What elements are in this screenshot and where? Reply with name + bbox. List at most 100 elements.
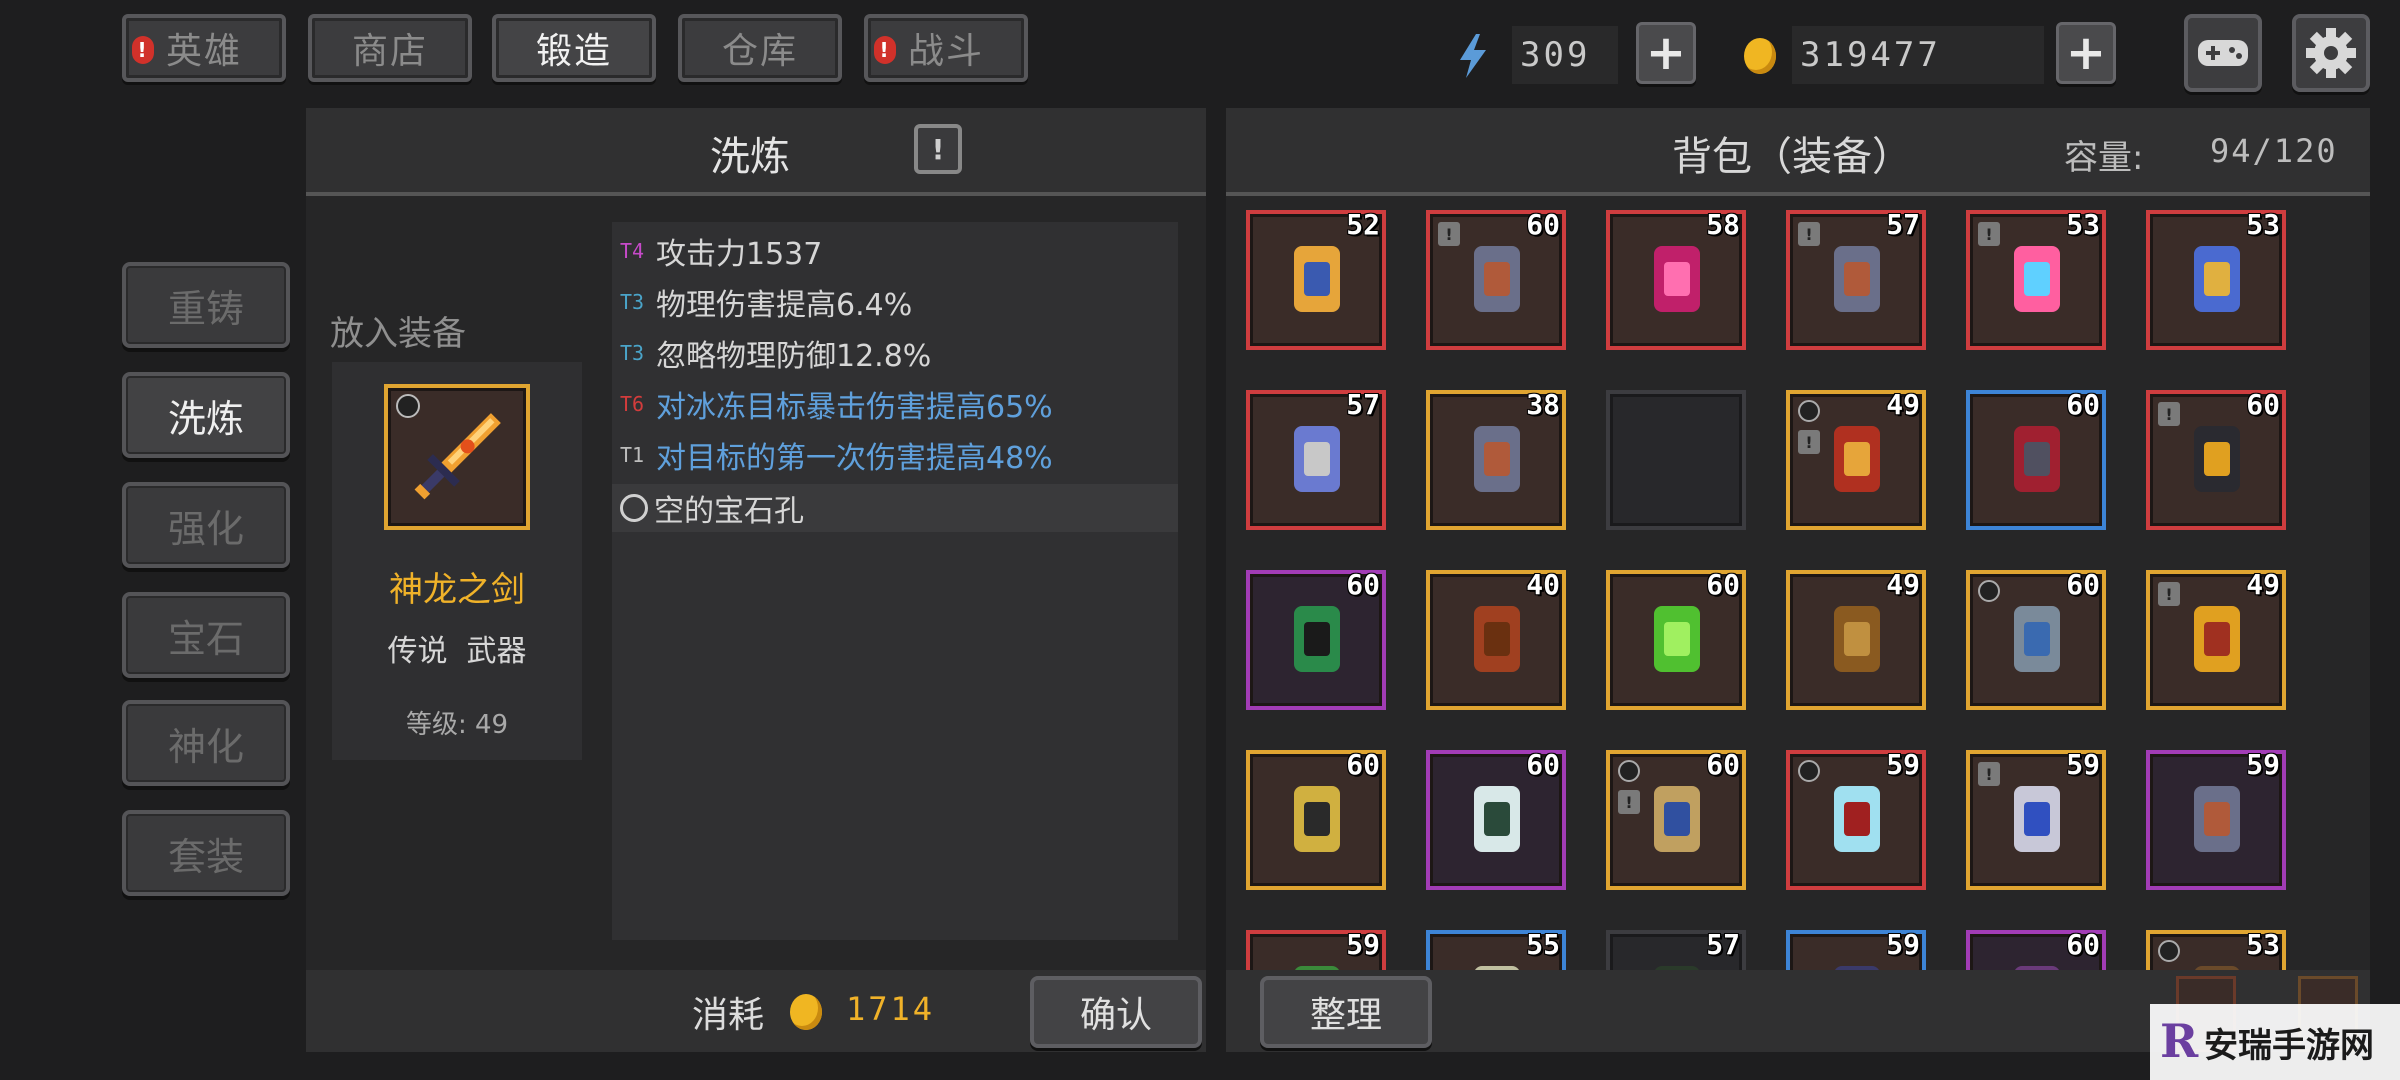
inventory-slot[interactable]: 60: [1966, 568, 2106, 710]
hat-icon: [1474, 606, 1520, 672]
inventory-slot[interactable]: 57: [1606, 928, 1746, 970]
inventory-slot[interactable]: 49: [1786, 568, 1926, 710]
helmet-icon: [2014, 606, 2060, 672]
inventory-slot[interactable]: 58: [1606, 208, 1746, 350]
item-level-badge: 59: [1886, 928, 1920, 961]
item-level-badge: 60: [1526, 208, 1560, 241]
inventory-slot[interactable]: 60: [1606, 568, 1746, 710]
inventory-slot[interactable]: 60: [1246, 748, 1386, 890]
settings-button[interactable]: [2292, 14, 2370, 92]
inventory-slot[interactable]: ! 60: [2146, 388, 2286, 530]
tab-label: 商店: [351, 31, 428, 72]
socket-ring-icon: [1978, 580, 2000, 602]
stat-tier: T1: [620, 443, 645, 467]
info-button[interactable]: !: [914, 124, 962, 174]
refine-title: 洗炼: [710, 134, 790, 180]
inventory-slot[interactable]: 59: [2146, 748, 2286, 890]
capacity-label: 容量:: [2064, 138, 2144, 178]
lock-icon: !: [2158, 402, 2180, 426]
inventory-slot[interactable]: 53: [2146, 928, 2286, 970]
inventory-slot[interactable]: ! 49: [2146, 568, 2286, 710]
stat-row: T6 对冰冻目标暴击伤害提高65%: [614, 379, 1176, 429]
tab-4[interactable]: ! 战斗: [864, 14, 1028, 82]
item-level-badge: 57: [1346, 388, 1380, 421]
inventory-slot[interactable]: 60: [1426, 748, 1566, 890]
energy-icon: [1456, 34, 1490, 78]
menu-button-4[interactable]: 神化: [122, 700, 290, 786]
item-level: 等级: 49: [405, 710, 509, 740]
menu-button-0[interactable]: 重铸: [122, 262, 290, 348]
menu-button-2[interactable]: 强化: [122, 482, 290, 568]
tab-label: 锻造: [535, 31, 612, 72]
exclamation-icon: !: [931, 132, 945, 166]
stat-tier: T3: [620, 290, 645, 314]
item-level-badge: 60: [1706, 568, 1740, 601]
inventory-slot[interactable]: 52: [1246, 208, 1386, 350]
inventory-slot[interactable]: 60: [1966, 928, 2106, 970]
inventory-slot[interactable]: ! 53: [1966, 208, 2106, 350]
lamp-icon: [2194, 606, 2240, 672]
boots-icon: [1474, 246, 1520, 312]
halberd-icon: [2014, 786, 2060, 852]
inventory-slot[interactable]: ! 49: [1786, 388, 1926, 530]
lock-icon: !: [1798, 430, 1820, 454]
inventory-slot[interactable]: 59: [1786, 928, 1926, 970]
stat-row: T1 对目标的第一次伤害提高48%: [614, 430, 1176, 480]
energy-value: 309: [1512, 26, 1618, 84]
inventory-slot[interactable]: 60: [1966, 388, 2106, 530]
inventory-slot[interactable]: 55: [1426, 928, 1566, 970]
alert-icon: !: [874, 36, 896, 64]
crossbow-icon: [2014, 426, 2060, 492]
crimson-armor-icon: [1654, 246, 1700, 312]
inventory-slot[interactable]: ! 60: [1426, 208, 1566, 350]
gem-socket-row[interactable]: 空的宝石孔: [612, 484, 1178, 532]
item-level-badge: 60: [2066, 388, 2100, 421]
socket-ring-icon: [1798, 400, 1820, 422]
confirm-button[interactable]: 确认: [1030, 976, 1202, 1048]
item-type: 传说 武器: [387, 634, 527, 669]
inventory-slot[interactable]: 60: [1246, 568, 1386, 710]
item-level-badge: 59: [1886, 748, 1920, 781]
tab-3[interactable]: 仓库: [678, 14, 842, 82]
add-gold-button[interactable]: +: [2056, 22, 2116, 84]
socket-ring-icon: [2158, 940, 2180, 962]
add-energy-button[interactable]: +: [1636, 22, 1696, 84]
tab-2[interactable]: 锻造: [492, 14, 656, 82]
inventory-slot[interactable]: 38: [1426, 388, 1566, 530]
item-level-badge: 40: [1526, 568, 1560, 601]
stat-tier: T6: [620, 392, 645, 416]
item-name: 神龙之剑: [389, 570, 525, 610]
gamepad-button[interactable]: [2184, 14, 2262, 92]
tab-1[interactable]: 商店: [308, 14, 472, 82]
inventory-slot[interactable]: 40: [1426, 568, 1566, 710]
sort-button[interactable]: 整理: [1260, 976, 1432, 1048]
item-level-badge: 57: [1706, 928, 1740, 961]
menu-button-5[interactable]: 套装: [122, 810, 290, 896]
inventory-slot[interactable]: 59: [1246, 928, 1386, 970]
equipment-slot[interactable]: [384, 384, 530, 530]
bag-body: 52! 60 58! 57! 53 53 57 38! 49 60! 60 60 40 60 49 60! 49…: [1226, 196, 2370, 970]
inventory-slot[interactable]: ! 59: [1966, 748, 2106, 890]
capacity-value: 94/120: [2210, 132, 2338, 170]
boots-icon: [1834, 246, 1880, 312]
battle-axe-icon: [1294, 426, 1340, 492]
boots-icon: [2194, 786, 2240, 852]
menu-button-1[interactable]: 洗炼: [122, 372, 290, 458]
tab-0[interactable]: ! 英雄: [122, 14, 286, 82]
menu-button-3[interactable]: 宝石: [122, 592, 290, 678]
lock-icon: !: [2158, 582, 2180, 606]
bag-title: 背包（装备）: [1672, 134, 1912, 180]
inventory-slot[interactable]: 59: [1786, 748, 1926, 890]
item-level-badge: 59: [2066, 748, 2100, 781]
inventory-slot[interactable]: [1606, 390, 1746, 530]
inventory-slot[interactable]: 57: [1246, 388, 1386, 530]
item-level-badge: 49: [1886, 568, 1920, 601]
socket-ring-icon: [1618, 760, 1640, 782]
shield-icon: [1834, 426, 1880, 492]
inventory-slot[interactable]: ! 57: [1786, 208, 1926, 350]
tab-label: 英雄: [165, 31, 242, 72]
place-equipment-label: 放入装备: [330, 314, 466, 354]
inventory-slot[interactable]: 53: [2146, 208, 2286, 350]
inventory-slot[interactable]: ! 60: [1606, 748, 1746, 890]
item-level-badge: 49: [2246, 568, 2280, 601]
